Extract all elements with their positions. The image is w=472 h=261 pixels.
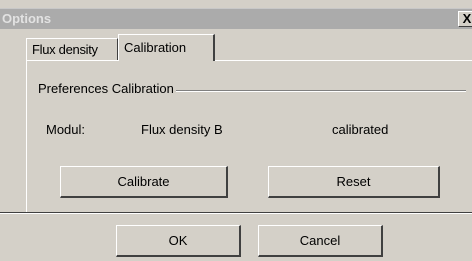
title-bar: Options X — [0, 8, 472, 29]
tab-label: Flux density — [32, 42, 98, 57]
options-dialog: Options X Flux density Calibration Prefe… — [0, 0, 472, 261]
close-button[interactable]: X — [458, 11, 472, 27]
footer-separator — [0, 212, 472, 214]
modul-name: Flux density B — [141, 122, 223, 137]
group-title: Preferences Calibration — [38, 81, 176, 96]
tab-flux-density[interactable]: Flux density — [26, 38, 118, 60]
close-icon: X — [462, 11, 472, 26]
calibrate-button[interactable]: Calibrate — [60, 166, 228, 198]
window-title: Options — [2, 11, 52, 26]
tab-calibration[interactable]: Calibration — [118, 34, 215, 61]
reset-button[interactable]: Reset — [268, 166, 440, 198]
modul-status: calibrated — [332, 122, 389, 137]
modul-label: Modul: — [46, 122, 86, 137]
cancel-button[interactable]: Cancel — [258, 225, 383, 257]
tab-label: Calibration — [124, 40, 187, 55]
ok-button[interactable]: OK — [116, 225, 241, 257]
